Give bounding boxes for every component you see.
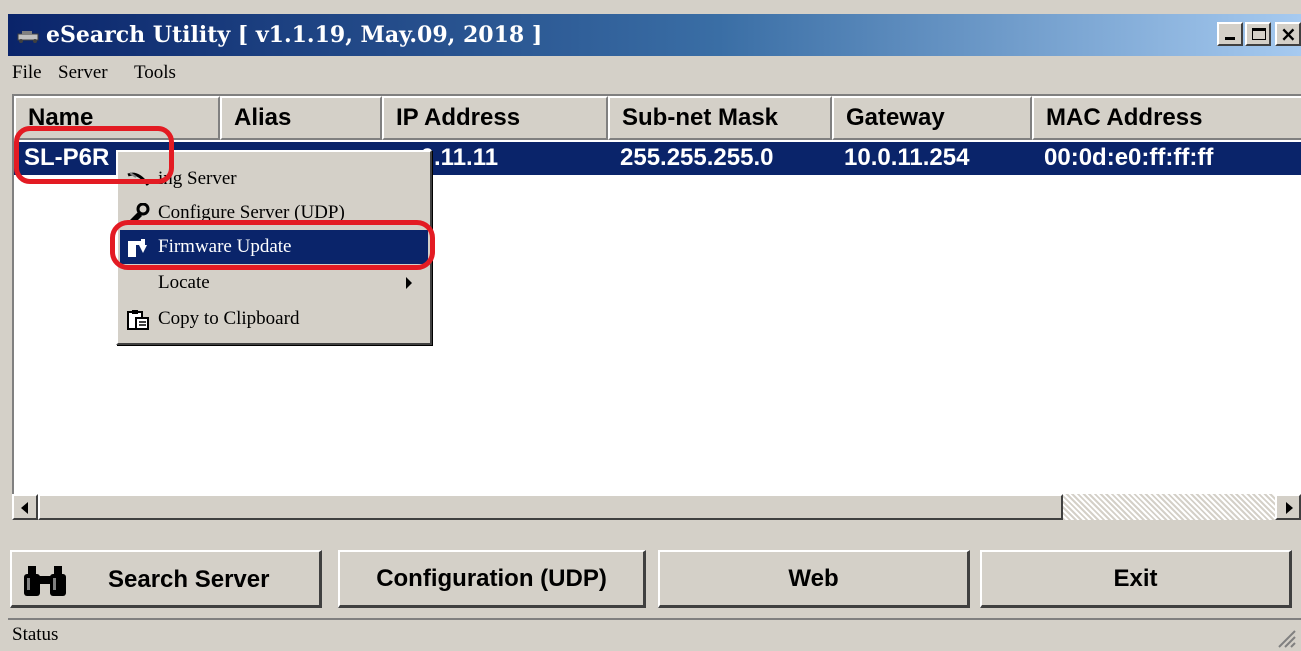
- menu-item-ping-server[interactable]: ing Server: [120, 162, 428, 196]
- column-header-mac[interactable]: MAC Address: [1032, 96, 1301, 140]
- cell-mask: 255.255.255.0: [620, 144, 774, 171]
- button-bar: Search Server Configuration (UDP) Web Ex…: [8, 528, 1301, 616]
- menu-item-locate[interactable]: Locate: [120, 266, 428, 300]
- locate-label: Locate: [158, 272, 210, 293]
- menu-bar: File Server Tools: [8, 56, 1301, 92]
- column-header-name[interactable]: Name: [14, 96, 220, 140]
- cell-gateway: 10.0.11.254: [844, 144, 970, 171]
- menu-file[interactable]: File: [12, 62, 42, 84]
- menu-tools[interactable]: Tools: [134, 62, 176, 84]
- window-title: eSearch Utility [ v1.1.19, May.09, 2018 …: [46, 22, 543, 48]
- submenu-arrow-icon: [406, 277, 412, 289]
- context-menu: ing Server Configure Server (UDP) Firmwa…: [116, 150, 432, 345]
- firmware-update-label: Firmware Update: [158, 236, 292, 257]
- cell-mac: 00:0d:e0:ff:ff:ff: [1044, 144, 1214, 171]
- configure-server-label: Configure Server (UDP): [158, 202, 345, 223]
- column-header-mask[interactable]: Sub-net Mask: [608, 96, 832, 140]
- firmware-icon: [128, 239, 147, 257]
- resize-grip-icon[interactable]: [1275, 627, 1297, 649]
- scroll-left-button[interactable]: [12, 494, 38, 520]
- minimize-icon: [1225, 37, 1235, 40]
- scroll-track[interactable]: [1063, 494, 1275, 520]
- arrow-right-icon: [1286, 502, 1293, 514]
- menu-server[interactable]: Server: [58, 62, 108, 84]
- search-server-button[interactable]: Search Server: [10, 550, 322, 608]
- column-header-alias[interactable]: Alias: [220, 96, 382, 140]
- close-icon: ×: [1280, 22, 1297, 46]
- status-bar: Status: [8, 618, 1301, 651]
- exit-button[interactable]: Exit: [980, 550, 1292, 608]
- cell-name: SL-P6R: [24, 144, 110, 171]
- configure-icon: [129, 203, 150, 225]
- close-button[interactable]: ×: [1275, 22, 1301, 46]
- column-header-gateway[interactable]: Gateway: [832, 96, 1032, 140]
- menu-item-firmware-update[interactable]: Firmware Update: [120, 230, 428, 264]
- esearch-window: eSearch Utility [ v1.1.19, May.09, 2018 …: [0, 0, 1301, 651]
- scroll-right-button[interactable]: [1275, 494, 1301, 520]
- configuration-udp-button[interactable]: Configuration (UDP): [338, 550, 646, 608]
- minimize-button[interactable]: [1217, 22, 1243, 46]
- title-bar[interactable]: eSearch Utility [ v1.1.19, May.09, 2018 …: [8, 14, 1301, 56]
- clipboard-icon: [127, 310, 149, 330]
- menu-item-copy-to-clipboard[interactable]: Copy to Clipboard: [120, 302, 428, 336]
- copy-to-clipboard-label: Copy to Clipboard: [158, 308, 300, 329]
- column-header-ip[interactable]: IP Address: [382, 96, 608, 140]
- menu-item-configure-server[interactable]: Configure Server (UDP): [120, 196, 428, 230]
- ping-icon: [127, 172, 150, 186]
- maximize-icon: [1252, 28, 1266, 40]
- binoculars-icon: [24, 566, 66, 596]
- app-icon: [17, 31, 39, 43]
- ping-server-label: ing Server: [158, 168, 237, 189]
- list-header: Name Alias IP Address Sub-net Mask Gatew…: [14, 96, 1301, 140]
- web-button[interactable]: Web: [658, 550, 970, 608]
- scroll-thumb[interactable]: [38, 494, 1063, 520]
- horizontal-scrollbar[interactable]: [12, 494, 1301, 520]
- arrow-left-icon: [21, 502, 28, 514]
- search-server-label: Search Server: [108, 566, 270, 593]
- status-text: Status: [12, 624, 59, 645]
- maximize-button[interactable]: [1245, 22, 1271, 46]
